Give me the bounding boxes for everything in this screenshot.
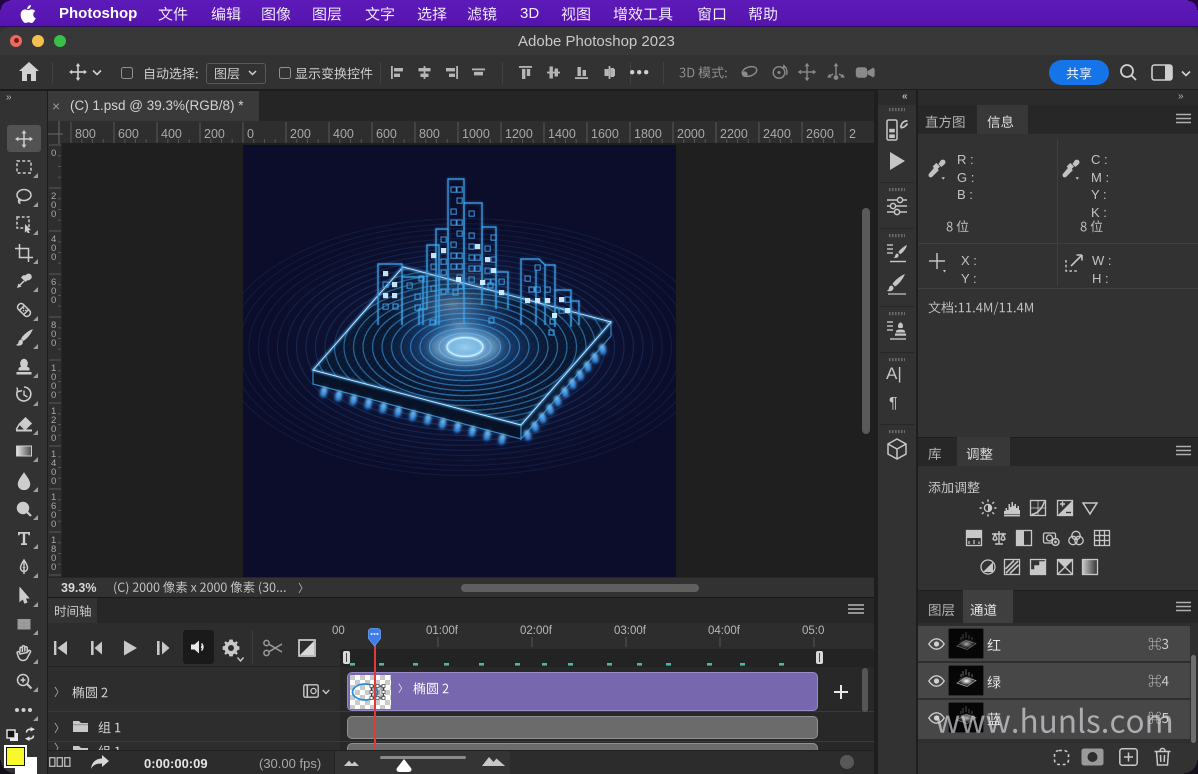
svg-text:0: 0 — [51, 252, 56, 263]
svg-text:03:00f: 03:00f — [614, 625, 647, 637]
svg-text:01:00f: 01:00f — [426, 625, 459, 637]
svg-text:0: 0 — [51, 519, 56, 530]
svg-text:1400: 1400 — [548, 127, 576, 141]
svg-text:0: 0 — [51, 390, 56, 401]
svg-text:0: 0 — [51, 562, 56, 573]
svg-text:2000: 2000 — [677, 127, 705, 141]
svg-text:0: 0 — [51, 476, 56, 487]
svg-text:0: 0 — [51, 148, 56, 159]
svg-text:2400: 2400 — [763, 127, 791, 141]
svg-text:00: 00 — [332, 625, 345, 637]
svg-text:1600: 1600 — [591, 127, 619, 141]
svg-text:0: 0 — [51, 433, 56, 444]
svg-text:600: 600 — [376, 127, 397, 141]
svg-text:0: 0 — [247, 127, 254, 141]
svg-text:400: 400 — [161, 127, 182, 141]
svg-text:1200: 1200 — [505, 127, 533, 141]
svg-text:800: 800 — [419, 127, 440, 141]
svg-text:0: 0 — [51, 209, 56, 220]
svg-text:0: 0 — [51, 338, 56, 349]
svg-text:1800: 1800 — [634, 127, 662, 141]
svg-text:600: 600 — [118, 127, 139, 141]
svg-text:0: 0 — [51, 295, 56, 306]
svg-text:2200: 2200 — [720, 127, 748, 141]
svg-text:400: 400 — [333, 127, 354, 141]
svg-text:200: 200 — [290, 127, 311, 141]
svg-text:05:0: 05:0 — [802, 625, 824, 637]
svg-text:2: 2 — [849, 127, 856, 141]
svg-text:1000: 1000 — [462, 127, 490, 141]
svg-text:200: 200 — [204, 127, 225, 141]
svg-text:02:00f: 02:00f — [520, 625, 553, 637]
svg-text:04:00f: 04:00f — [708, 625, 741, 637]
svg-text:800: 800 — [75, 127, 96, 141]
svg-text:2600: 2600 — [806, 127, 834, 141]
